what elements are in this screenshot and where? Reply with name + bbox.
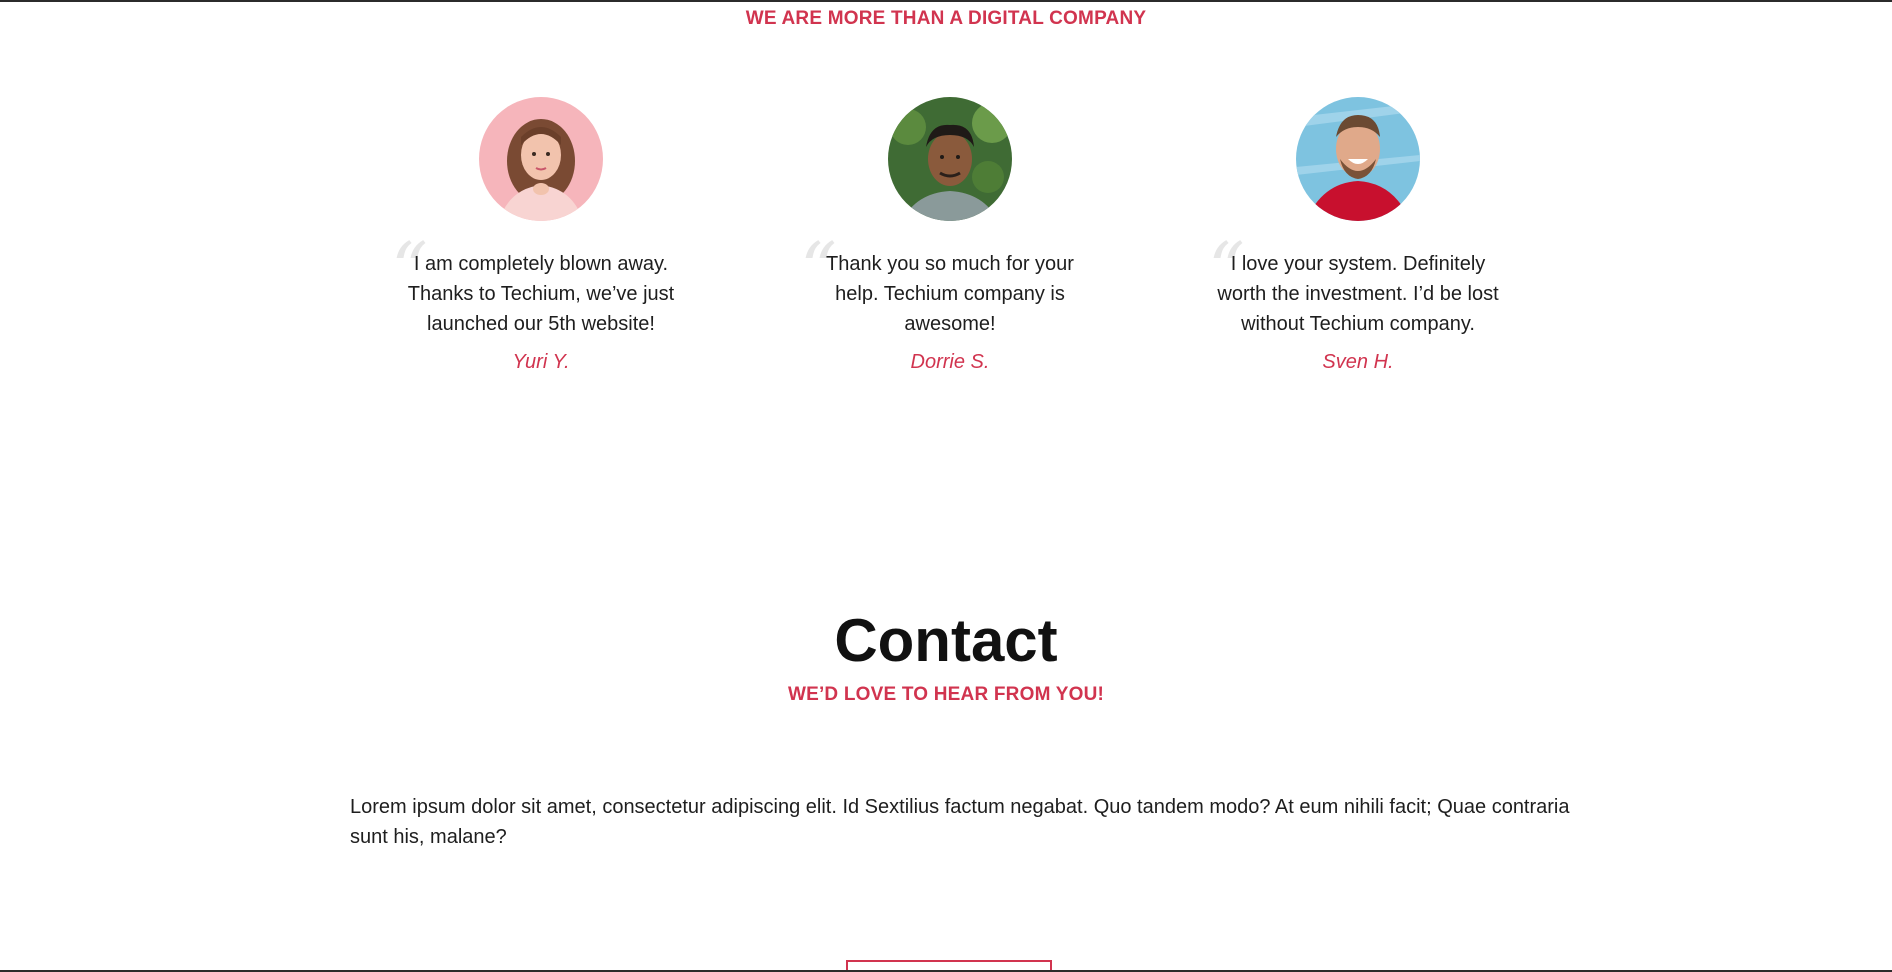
quote-block: “ Thank you so much for your help. Techi… bbox=[800, 233, 1100, 339]
quote-block: “ I love your system. Definitely worth t… bbox=[1208, 233, 1508, 339]
testimonial-card: “ I am completely blown away. Thanks to … bbox=[391, 97, 691, 374]
contact-description: Lorem ipsum dolor sit amet, consectetur … bbox=[350, 796, 1570, 848]
avatar bbox=[888, 97, 1012, 221]
contact-title: Contact bbox=[834, 607, 1058, 674]
contact-tagline: WE’D LOVE TO HEAR FROM YOU! bbox=[787, 684, 1105, 705]
avatar-laughing-man-image bbox=[1296, 97, 1420, 221]
testimonial-author: Dorrie S. bbox=[910, 351, 990, 373]
avatar-woman-image bbox=[479, 97, 603, 221]
quote-block: “ I am completely blown away. Thanks to … bbox=[391, 233, 691, 339]
avatar-man-image bbox=[888, 97, 1012, 221]
testimonial-card: “ I love your system. Definitely worth t… bbox=[1208, 97, 1508, 374]
testimonial-quote: I am completely blown away. Thanks to Te… bbox=[407, 253, 675, 335]
page: WE ARE MORE THAN A DIGITAL COMPANY “ I a… bbox=[0, 0, 1892, 972]
testimonial-author: Sven H. bbox=[1322, 351, 1394, 373]
testimonial-quote: I love your system. Definitely worth the… bbox=[1217, 253, 1499, 335]
testimonial-quote: Thank you so much for your help. Techium… bbox=[826, 253, 1074, 335]
top-divider bbox=[0, 0, 1892, 2]
testimonials-tagline: WE ARE MORE THAN A DIGITAL COMPANY bbox=[745, 8, 1147, 29]
avatar bbox=[1296, 97, 1420, 221]
testimonial-author: Yuri Y. bbox=[512, 351, 570, 373]
avatar bbox=[479, 97, 603, 221]
testimonial-card: “ Thank you so much for your help. Techi… bbox=[800, 97, 1100, 374]
